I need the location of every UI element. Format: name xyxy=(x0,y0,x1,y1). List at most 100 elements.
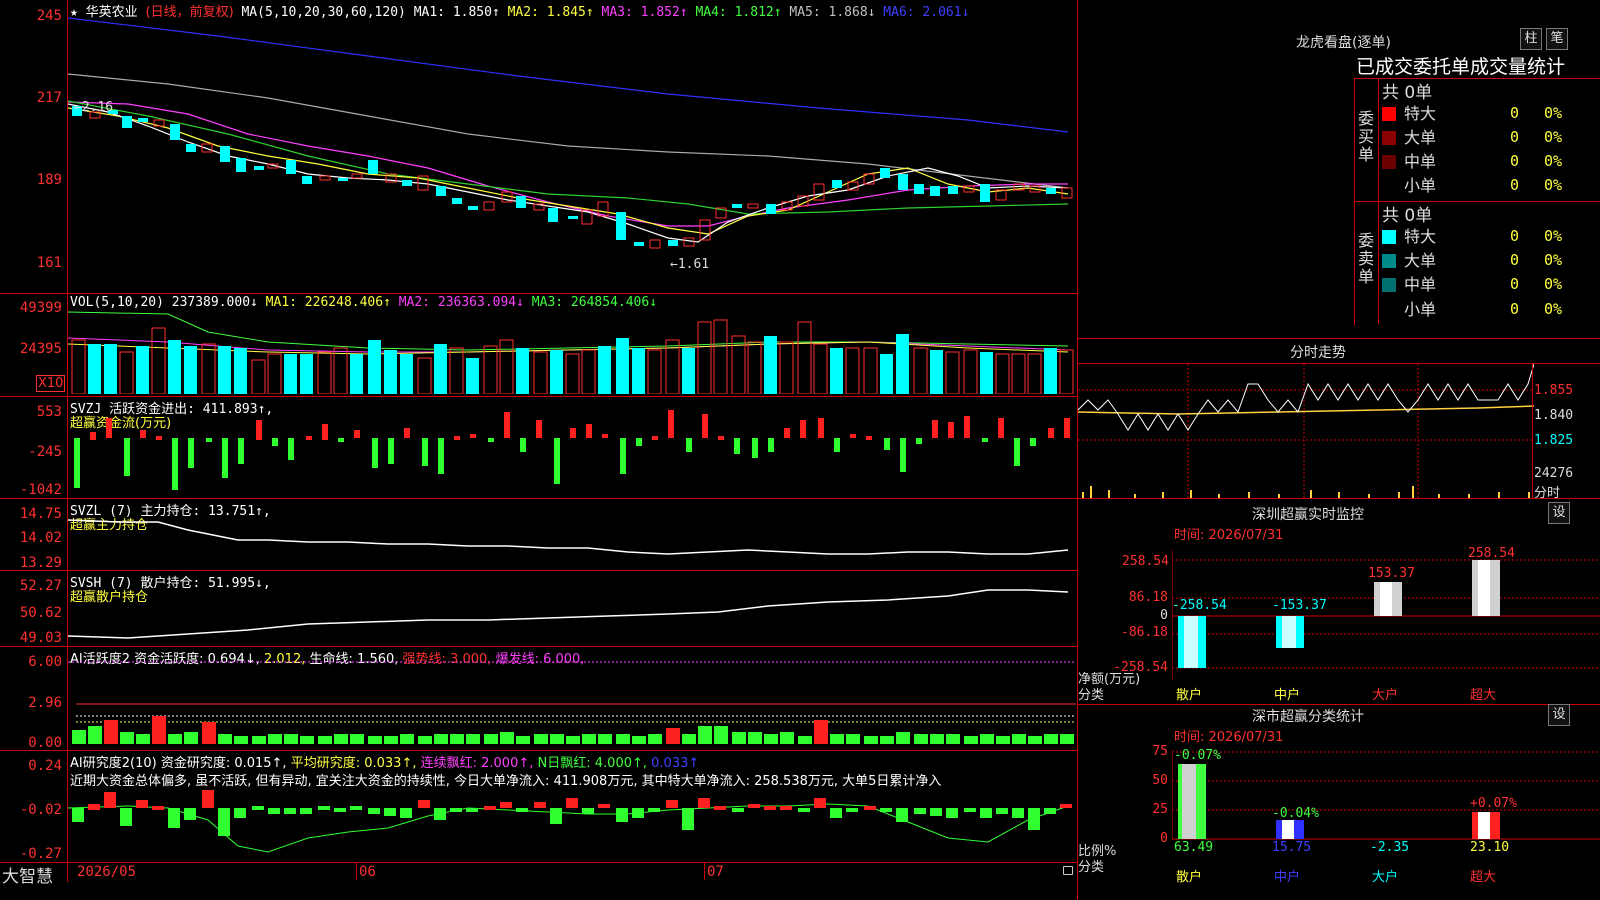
monitor-y-label: 258.54 xyxy=(1122,554,1169,569)
vol-bar-group xyxy=(71,319,1074,394)
ai-active-chart[interactable] xyxy=(68,648,1076,750)
buy-large-value: 0 xyxy=(1510,128,1520,146)
vol-y-label: 49399 xyxy=(19,300,62,316)
price-candle-chart[interactable] xyxy=(68,16,1076,292)
ma2-line xyxy=(68,107,1069,235)
vol-unit-badge: X10 xyxy=(36,375,66,392)
sell-small-value: 0 xyxy=(1510,300,1520,318)
svzj-bar-group xyxy=(74,410,1070,490)
brand-logo: 大智慧 xyxy=(2,867,53,887)
buy-large-swatch xyxy=(1382,131,1396,145)
svzl-y-label: 14.02 xyxy=(19,530,62,546)
intraday-title: 分时走势 xyxy=(1290,345,1346,361)
intraday-avg-line xyxy=(1078,405,1534,415)
sell-side-label: 委卖单 xyxy=(1358,231,1375,286)
bar-mode-button[interactable]: 柱 xyxy=(1520,28,1542,50)
buy-medium-value: 0 xyxy=(1510,152,1520,170)
vol-y-label: 24395 xyxy=(19,341,62,357)
monitor-cat-retail: 散户 xyxy=(1176,688,1203,703)
classify-title: 深市超赢分类统计 xyxy=(1252,709,1364,725)
ai-research-y-label: -0.02 xyxy=(19,802,62,818)
sell-super-pct: 0% xyxy=(1544,227,1563,245)
buy-medium-label: 中单 xyxy=(1404,152,1437,171)
classify-cat-mid: 中户 xyxy=(1274,870,1301,885)
classify-cat-super: 超大 xyxy=(1470,870,1497,885)
classify-cat-retail: 散户 xyxy=(1176,870,1203,885)
buy-small-value: 0 xyxy=(1510,176,1520,194)
intraday-chart[interactable] xyxy=(1078,364,1534,498)
svzj-bars[interactable] xyxy=(68,400,1076,496)
classify-settings-button[interactable]: 设 xyxy=(1548,704,1570,726)
intraday-price-line xyxy=(1078,364,1534,431)
classify-bar-chart[interactable] xyxy=(1172,750,1600,840)
buy-medium-pct: 0% xyxy=(1544,152,1563,170)
ai-research-v5: 0.033↑ xyxy=(651,756,700,771)
svzl-line-chart[interactable] xyxy=(68,500,1076,570)
classify-top-label: +0.07% xyxy=(1470,796,1517,811)
svzj-y-label: 553 xyxy=(36,404,62,420)
monitor-y-label: 0 xyxy=(1160,608,1168,623)
ai-research-y-label: 0.24 xyxy=(28,758,62,774)
candles xyxy=(72,106,1073,249)
pen-mode-button[interactable]: 笔 xyxy=(1546,28,1568,50)
sell-small-label: 小单 xyxy=(1404,300,1437,319)
classify-time: 时间: 2026/07/31 xyxy=(1174,730,1284,745)
ma6-line xyxy=(68,17,1069,133)
sell-medium-value: 0 xyxy=(1510,275,1520,293)
sell-count: 共 0单 xyxy=(1382,206,1433,226)
price-y-label: 217 xyxy=(36,90,62,106)
classify-value: 23.10 xyxy=(1470,840,1510,855)
dragon-title: 龙虎看盘(逐单) xyxy=(1296,35,1391,51)
sell-small-pct: 0% xyxy=(1544,300,1563,318)
monitor-bar-label: -258.54 xyxy=(1172,598,1227,613)
classify-y-label: 50 xyxy=(1152,773,1168,788)
buy-side-label: 委买单 xyxy=(1358,109,1375,164)
ma5-line xyxy=(68,73,1069,189)
monitor-bar-label: 153.37 xyxy=(1368,566,1415,581)
monitor-cat-mid: 中户 xyxy=(1274,688,1301,703)
monitor-cat-large: 大户 xyxy=(1372,688,1399,703)
ma4-line xyxy=(68,100,1069,215)
svsh-y-label: 49.03 xyxy=(19,630,62,646)
monitor-bar-label: -153.37 xyxy=(1272,598,1327,613)
volume-bars[interactable] xyxy=(68,308,1076,394)
svzl-y-label: 14.75 xyxy=(19,506,62,522)
ai-research-v3: 连续飘红: 2.000↑, xyxy=(420,756,534,771)
ai-research-chart[interactable] xyxy=(68,790,1076,862)
buy-super-swatch xyxy=(1382,107,1396,121)
sell-super-value: 0 xyxy=(1510,227,1520,245)
ai-active-y-label: 2.96 xyxy=(28,695,62,711)
sell-large-value: 0 xyxy=(1510,251,1520,269)
lock-icon[interactable] xyxy=(1063,866,1073,875)
price-y-label: 161 xyxy=(36,255,62,271)
sell-super-label: 特大 xyxy=(1404,227,1437,246)
buy-super-value: 0 xyxy=(1510,104,1520,122)
classify-top-label: -0.07% xyxy=(1174,748,1221,763)
svzl-y-label: 13.29 xyxy=(19,555,62,571)
ai-active-bars xyxy=(72,716,1074,744)
sell-medium-pct: 0% xyxy=(1544,275,1563,293)
ai-research-v2: 平均研究度: 0.033↑, xyxy=(290,756,417,771)
buy-count: 共 0单 xyxy=(1382,83,1433,103)
price-y-label: 245 xyxy=(36,8,62,24)
buy-super-label: 特大 xyxy=(1404,104,1437,123)
ai-research-y-label: -0.27 xyxy=(19,846,62,862)
intraday-y-label: 1.855 xyxy=(1534,383,1574,398)
svsh-y-label: 50.62 xyxy=(19,605,62,621)
buy-super-pct: 0% xyxy=(1544,104,1563,122)
high-marker: ←2.16 xyxy=(74,100,114,115)
classify-value: 63.49 xyxy=(1174,840,1214,855)
main-chart-area[interactable]: ★ 华英农业 (日线，前复权) MA(5,10,20,30,60,120) MA… xyxy=(0,0,1078,900)
low-marker: ←1.61 xyxy=(670,257,710,272)
classify-top-label: -0.04% xyxy=(1272,806,1319,821)
right-panel: 龙虎看盘(逐单) 柱 笔 已成交委托单成交量统计 委买单 共 0单 特大 0 0… xyxy=(1078,0,1600,900)
monitor-y-label: 86.18 xyxy=(1128,590,1168,605)
monitor-settings-button[interactable]: 设 xyxy=(1548,502,1570,524)
ma1-line xyxy=(68,103,1069,243)
ai-research-comment: 近期大资金总体偏多, 虽不活跃, 但有异动, 宜关注大资金的持续性, 今日大单净… xyxy=(70,774,942,789)
monitor-cat-super: 超大 xyxy=(1470,688,1497,703)
sell-large-label: 大单 xyxy=(1404,251,1437,270)
buy-small-label: 小单 xyxy=(1404,176,1437,195)
classify-cat-label: 分类 xyxy=(1078,860,1105,875)
svsh-line-chart[interactable] xyxy=(68,572,1076,646)
